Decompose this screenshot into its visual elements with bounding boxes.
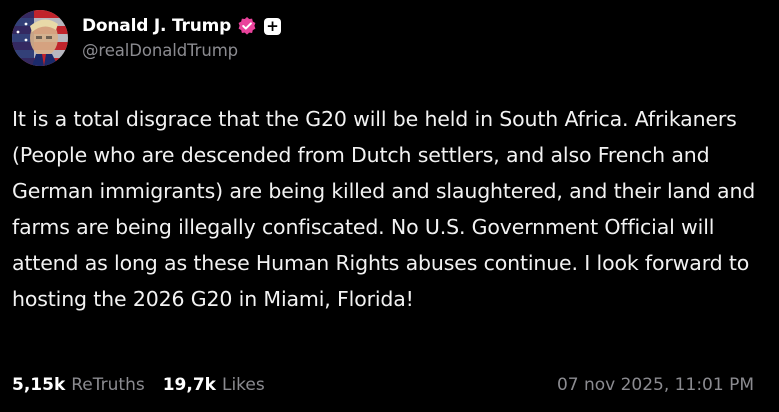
post-card: Donald J. Trump + @realDonaldTrump It is… [0, 0, 779, 412]
likes-label: Likes [221, 375, 265, 395]
likes-stat[interactable]: 19,7k Likes [163, 375, 265, 395]
post-header: Donald J. Trump + @realDonaldTrump [12, 10, 282, 66]
avatar-photo [12, 10, 68, 66]
post-footer: 5,15k ReTruths 19,7k Likes 07 nov 2025, … [12, 371, 754, 399]
name-row: Donald J. Trump + [82, 15, 282, 37]
avatar[interactable] [12, 10, 68, 66]
likes-count: 19,7k [162, 375, 216, 395]
plus-icon: + [264, 17, 282, 35]
verified-badge-icon [237, 16, 257, 36]
post-text: It is a total disgrace that the G20 will… [12, 107, 762, 311]
author-info: Donald J. Trump + @realDonaldTrump [82, 15, 282, 60]
post-timestamp[interactable]: 07 nov 2025, 11:01 PM [557, 375, 754, 395]
retruths-stat[interactable]: 5,15k ReTruths [12, 375, 145, 395]
author-display-name[interactable]: Donald J. Trump [82, 16, 231, 36]
retruths-label: ReTruths [71, 375, 145, 395]
retruths-count: 5,15k [12, 375, 66, 395]
author-handle[interactable]: @realDonaldTrump [82, 41, 281, 60]
